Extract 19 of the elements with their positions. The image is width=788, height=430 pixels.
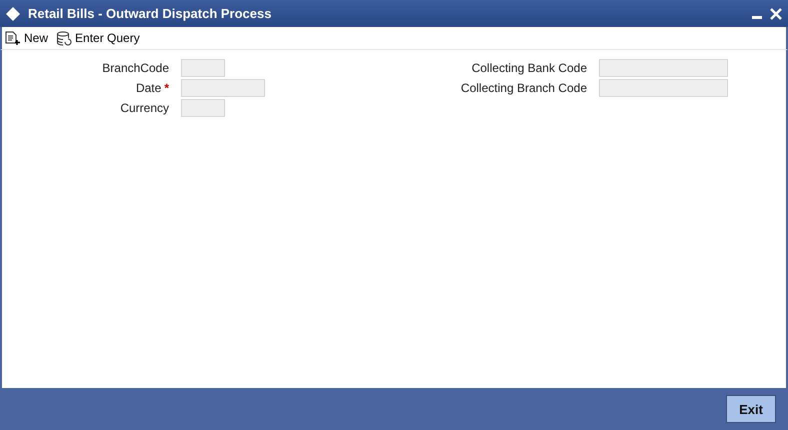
input-field[interactable]	[181, 79, 265, 97]
diamond-icon	[6, 6, 20, 20]
field-label: BranchCode	[102, 60, 169, 77]
field-label: Collecting Bank Code	[472, 60, 587, 77]
close-icon[interactable]	[770, 8, 782, 20]
database-icon	[56, 30, 72, 46]
input-field[interactable]	[181, 99, 225, 117]
window-title: Retail Bills - Outward Dispatch Process	[28, 6, 272, 21]
exit-button[interactable]: Exit	[726, 395, 776, 423]
input-field[interactable]	[599, 79, 728, 97]
new-document-icon	[5, 31, 21, 45]
query-button[interactable]: Enter Query	[56, 30, 140, 46]
input-field[interactable]	[181, 59, 225, 77]
field-label: Collecting Branch Code	[460, 80, 587, 97]
field-label: Date	[136, 80, 162, 97]
required-marker: *	[164, 80, 169, 97]
field-label: Currency	[120, 100, 169, 117]
new-button[interactable]: New	[5, 31, 48, 45]
input-field[interactable]	[599, 59, 728, 77]
